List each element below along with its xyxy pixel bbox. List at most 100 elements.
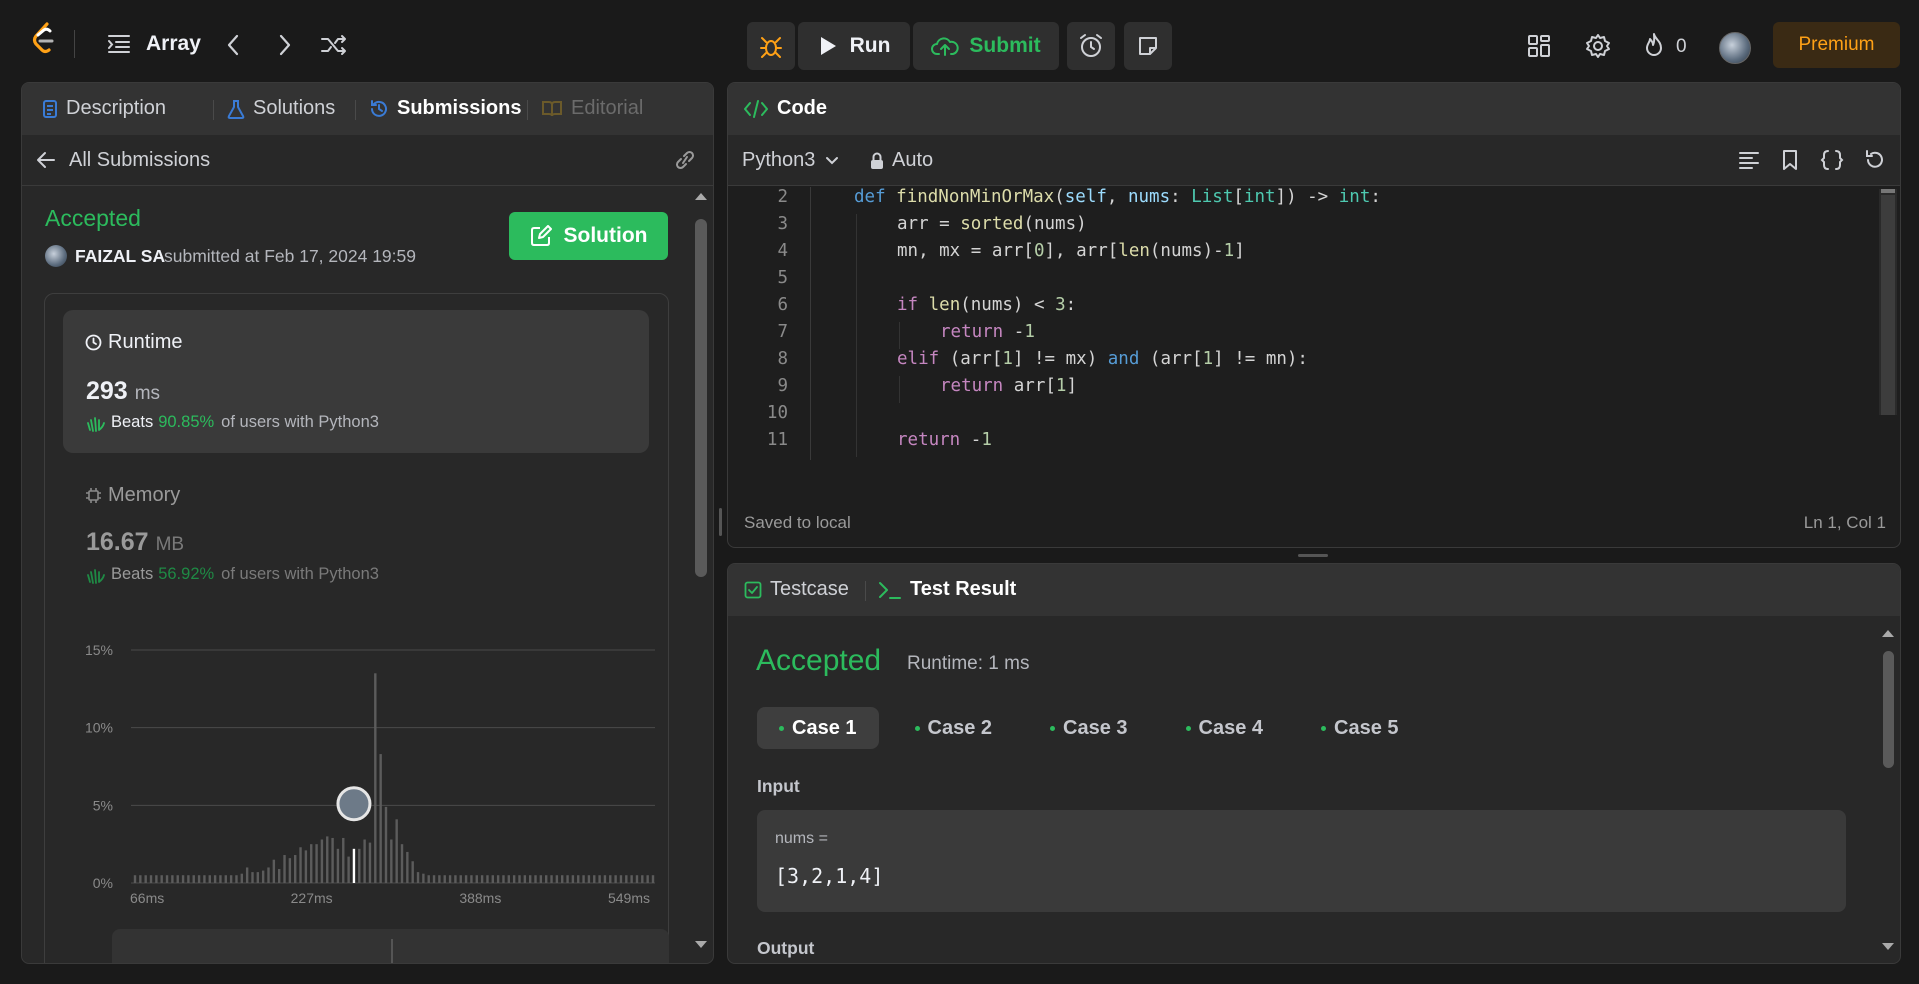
link-icon[interactable]: [672, 149, 698, 171]
chart-bar: [224, 875, 227, 883]
panel-resize-handle[interactable]: [1298, 554, 1328, 557]
streak-fire-icon[interactable]: [1643, 32, 1665, 58]
case-tab-2[interactable]: Case 2: [893, 707, 1015, 749]
braces-icon[interactable]: [1820, 149, 1844, 171]
input-label: Input: [757, 776, 800, 796]
problem-list-icon[interactable]: [108, 34, 130, 54]
run-button[interactable]: Run: [798, 22, 910, 70]
layout-icon[interactable]: [1527, 34, 1551, 58]
solution-button[interactable]: Solution: [509, 212, 668, 260]
panel-resize-handle[interactable]: [719, 508, 722, 536]
chart-bar: [619, 875, 623, 883]
code-toolbar: Python3 Auto: [728, 135, 1900, 186]
leetcode-logo-icon[interactable]: [30, 22, 58, 54]
chart-bar: [203, 875, 206, 883]
runtime-distribution-chart[interactable]: 15% 10% 5% 0% 66ms 227ms 388ms 549ms: [72, 623, 672, 903]
tab-code[interactable]: Code: [743, 97, 827, 120]
lock-icon: [871, 152, 883, 169]
chart-bar: [528, 875, 532, 883]
input-box[interactable]: nums = [3,2,1,4]: [757, 810, 1846, 912]
scroll-down-icon[interactable]: [694, 940, 708, 950]
code-scrollbar-thumb[interactable]: [1881, 195, 1895, 415]
indent-guide: [899, 322, 900, 349]
tab-editorial[interactable]: Editorial: [541, 97, 643, 120]
indent-guide: [856, 214, 857, 457]
timer-button[interactable]: [1067, 22, 1115, 70]
language-select[interactable]: Python3: [742, 149, 839, 172]
chart-bar: [363, 839, 366, 883]
chart-bar: [149, 875, 153, 883]
tab-test-result[interactable]: Test Result: [878, 578, 1016, 601]
play-icon: [820, 37, 836, 55]
avatar[interactable]: [1719, 32, 1751, 64]
scroll-up-icon[interactable]: [1881, 628, 1895, 638]
user-name[interactable]: FAIZAL SA: [75, 246, 165, 267]
chart-bar: [192, 875, 195, 883]
line-number: 8: [777, 349, 788, 369]
case-tab-4[interactable]: Case 4: [1164, 707, 1286, 749]
code-scrollbar-track[interactable]: [1879, 189, 1897, 415]
memory-box[interactable]: Memory 16.67 MB Beats 56.92% of users wi…: [63, 466, 649, 584]
result-scrollbar-thumb[interactable]: [1883, 651, 1894, 768]
chart-bar: [635, 875, 639, 883]
language-label: Python3: [742, 149, 816, 171]
chart-bar: [374, 673, 377, 883]
settings-gear-icon[interactable]: [1585, 33, 1611, 59]
runtime-box[interactable]: Runtime 293 ms Beats 90.85% of users wit…: [63, 310, 649, 453]
divider: [355, 100, 356, 120]
notes-button[interactable]: [1124, 22, 1172, 70]
chart-bar: [646, 875, 649, 883]
all-submissions-link[interactable]: All Submissions: [69, 149, 210, 172]
bookmark-icon[interactable]: [1782, 149, 1798, 171]
chart-bar: [139, 875, 142, 883]
clap-icon: [87, 416, 105, 432]
chart-bar: [155, 875, 158, 883]
problem-list-label[interactable]: Array: [146, 32, 201, 56]
tab-description[interactable]: Description: [42, 97, 166, 120]
chart-bar: [181, 875, 185, 883]
chart-bar: [245, 867, 249, 883]
tab-testcase[interactable]: Testcase: [744, 578, 849, 601]
memory-beats-suffix: of users with Python3: [221, 565, 379, 583]
chart-bar: [251, 872, 254, 883]
format-icon[interactable]: [1739, 151, 1759, 169]
case-tab-1[interactable]: Case 1: [757, 707, 879, 749]
tab-solutions[interactable]: Solutions: [227, 97, 335, 120]
chart-bar: [267, 867, 270, 883]
result-runtime: Runtime: 1 ms: [907, 653, 1030, 674]
divider: [527, 100, 528, 120]
chart-bar: [133, 875, 137, 883]
document-icon: [43, 99, 57, 118]
left-panel: Description Solutions Submissions Editor…: [21, 82, 714, 964]
submit-button[interactable]: Submit: [913, 22, 1059, 70]
code-line: mn, mx = arr[0], arr[len(nums)-1]: [897, 241, 1245, 261]
user-position-avatar[interactable]: [336, 786, 372, 822]
reset-icon[interactable]: [1864, 149, 1886, 171]
scroll-down-icon[interactable]: [1881, 942, 1895, 952]
chart-bar: [582, 875, 585, 883]
shuffle-icon[interactable]: [320, 34, 348, 56]
chart-bar: [432, 875, 436, 883]
debug-button[interactable]: [747, 22, 795, 70]
premium-button[interactable]: Premium: [1773, 22, 1900, 68]
scroll-up-icon[interactable]: [694, 191, 708, 201]
tab-submissions[interactable]: Submissions: [369, 97, 521, 120]
chart-bar: [160, 875, 163, 883]
prev-problem-icon[interactable]: [226, 34, 240, 56]
chart-x-tick-label: 227ms: [291, 890, 333, 903]
tab-description-label: Description: [66, 97, 167, 119]
auto-mode-toggle[interactable]: Auto: [870, 149, 933, 172]
next-problem-icon[interactable]: [278, 34, 292, 56]
chart-bar: [368, 842, 372, 883]
memory-header: Memory: [85, 484, 180, 507]
back-arrow-icon[interactable]: [36, 151, 56, 169]
case-tab-5[interactable]: Case 5: [1299, 707, 1421, 749]
memory-beats-pct: 56.92%: [158, 565, 215, 583]
alarm-clock-icon: [1080, 34, 1102, 57]
code-editor[interactable]: 2 3 4 5 6 7 8 9 10 11 def findNonMinOrMax(self, n…: [728, 187, 1878, 467]
runtime-beats-pct: 90.85%: [158, 413, 215, 431]
chart-bar: [256, 872, 260, 883]
left-scrollbar-thumb[interactable]: [695, 219, 707, 577]
chart-x-tick-label: 388ms: [459, 890, 501, 903]
case-tab-3[interactable]: Case 3: [1028, 707, 1150, 749]
